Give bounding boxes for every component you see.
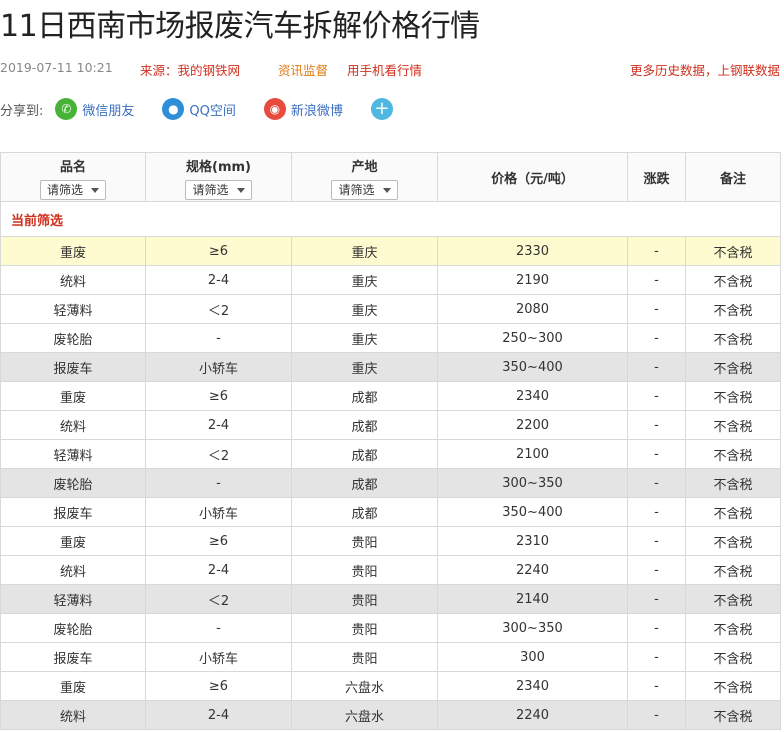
- article-meta: 2019-07-11 10:21 来源：我的钢铁网 资讯监督 用手机看行情 更多…: [0, 60, 784, 80]
- share-qq-label: QQ空间: [189, 103, 236, 119]
- table-row: 重废 ≥6 成都 2340- 不含税: [0, 381, 781, 411]
- publish-datetime: 2019-07-11 10:21: [0, 60, 113, 75]
- price-table: 品名 请筛选 规格(mm) 请筛选 产地 请筛选 价格（元/吨） 涨跌 备注 当…: [0, 152, 781, 730]
- share-weibo-label: 新浪微博: [290, 103, 343, 119]
- supervise-link[interactable]: 资讯监督: [278, 60, 328, 79]
- share-wechat-button[interactable]: ✆ 微信朋友: [55, 98, 134, 120]
- name-filter-select[interactable]: 请筛选: [39, 179, 106, 200]
- chevron-down-icon: [236, 187, 245, 193]
- mobile-view-link[interactable]: 用手机看行情: [347, 60, 422, 79]
- table-row: 统料 2-4 重庆 2190- 不含税: [0, 265, 781, 295]
- header-origin: 产地 请筛选: [291, 152, 438, 202]
- history-data-link[interactable]: 更多历史数据，上钢联数据: [630, 60, 780, 79]
- source-link[interactable]: 来源：我的钢铁网: [140, 60, 240, 79]
- table-row: 废轮胎 - 贵阳 300~350- 不含税: [0, 613, 781, 643]
- page-title: 11日西南市场报废汽车拆解价格行情: [0, 9, 480, 44]
- share-more-icon[interactable]: +: [370, 98, 393, 120]
- header-name: 品名 请筛选: [0, 152, 146, 202]
- chevron-down-icon: [382, 187, 391, 193]
- header-note: 备注: [685, 152, 781, 202]
- table-row: 轻薄料 ＜2 成都 2100- 不含税: [0, 439, 781, 469]
- table-row: 轻薄料 ＜2 贵阳 2140- 不含税: [0, 584, 781, 614]
- table-row: 重废 ≥6 六盘水 2340- 不含税: [0, 671, 781, 701]
- header-price: 价格（元/吨）: [437, 152, 628, 202]
- origin-filter-select[interactable]: 请筛选: [331, 179, 398, 200]
- current-filter-row: 当前筛选: [0, 201, 781, 237]
- spec-filter-select[interactable]: 请筛选: [185, 179, 252, 200]
- qq-icon: ●: [162, 98, 185, 120]
- share-weibo-button[interactable]: ◉ 新浪微博: [263, 98, 343, 120]
- table-row: 统料 2-4 成都 2200- 不含税: [0, 410, 781, 440]
- table-row: 轻薄料 ＜2 重庆 2080- 不含税: [0, 294, 781, 324]
- table-row: 重废 ≥6 重庆 2330- 不含税: [0, 236, 781, 266]
- chevron-down-icon: [91, 187, 99, 193]
- weibo-icon: ◉: [263, 98, 286, 120]
- table-row: 报废车 小轿车 成都 350~400- 不含税: [0, 497, 781, 527]
- current-filter-label: 当前筛选: [0, 201, 781, 237]
- table-header-row: 品名 请筛选 规格(mm) 请筛选 产地 请筛选 价格（元/吨） 涨跌 备注: [0, 152, 781, 202]
- table-row: 废轮胎 - 成都 300~350- 不含税: [0, 468, 781, 498]
- share-qq-button[interactable]: ● QQ空间: [162, 98, 236, 120]
- header-spec: 规格(mm) 请筛选: [145, 152, 292, 202]
- table-row: 统料 2-4 贵阳 2240- 不含税: [0, 555, 781, 585]
- table-row: 重废 ≥6 贵阳 2310- 不含税: [0, 526, 781, 556]
- table-row: 报废车 小轿车 重庆 350~400- 不含税: [0, 352, 781, 382]
- header-change: 涨跌: [627, 152, 686, 202]
- table-row: 废轮胎 - 重庆 250~300- 不含税: [0, 323, 781, 353]
- share-wechat-label: 微信朋友: [82, 103, 135, 119]
- share-bar: 分享到: ✆ 微信朋友 ● QQ空间 ◉ 新浪微博 +: [0, 96, 393, 122]
- wechat-icon: ✆: [55, 98, 78, 120]
- share-label: 分享到:: [0, 103, 44, 119]
- table-row: 统料 2-4 六盘水 2240- 不含税: [0, 700, 781, 730]
- table-row: 报废车 小轿车 贵阳 300- 不含税: [0, 642, 781, 672]
